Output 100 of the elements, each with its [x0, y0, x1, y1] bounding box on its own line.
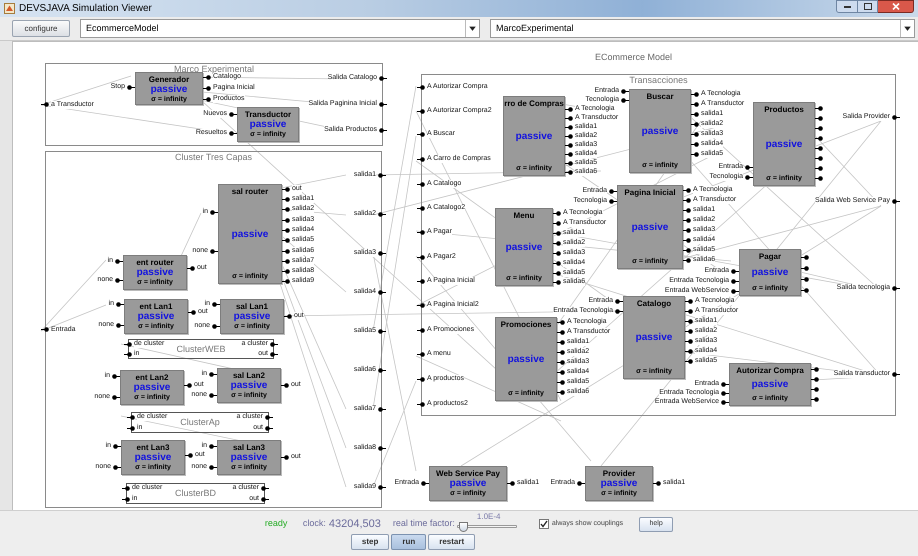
port-icon [731, 268, 739, 274]
port-icon [270, 342, 278, 346]
port-icon [683, 248, 691, 252]
port-icon [127, 426, 135, 430]
port-icon [557, 320, 565, 324]
maximize-icon [864, 3, 872, 10]
model-phase: passive [150, 84, 188, 95]
port-icon [378, 250, 386, 256]
configure-button[interactable]: configure [12, 20, 70, 37]
port-icon [553, 280, 561, 284]
port-icon [745, 164, 753, 170]
minimize-button[interactable] [836, 0, 858, 13]
model-phase: passive [250, 119, 286, 130]
port-icon [127, 414, 135, 420]
clock-value: 43204,503 [328, 516, 381, 532]
port-icon [212, 302, 220, 306]
coupled-model-title: Cluster Tres Capas [174, 153, 252, 162]
port-icon [683, 208, 691, 212]
port-icon [282, 218, 290, 222]
model-dropdown[interactable]: EcommerceModel [80, 19, 480, 38]
port-icon [811, 376, 819, 382]
port-icon [801, 288, 809, 292]
port-icon [229, 130, 237, 136]
port-icon [565, 142, 573, 148]
port-icon [417, 156, 425, 162]
port-icon [815, 116, 823, 120]
model-phase: passive [752, 267, 788, 278]
model-phase: passive [230, 452, 268, 463]
port-icon [653, 480, 661, 486]
port-icon [282, 228, 290, 232]
port-icon [113, 444, 121, 448]
app-icon [4, 3, 15, 14]
model-phase: passive [138, 311, 174, 322]
model-name: Web Service Pay [436, 469, 500, 478]
close-button[interactable] [878, 0, 914, 13]
port-icon [731, 288, 739, 294]
port-icon [801, 276, 809, 282]
port-icon [721, 382, 729, 386]
port-icon [683, 238, 691, 242]
port-icon [553, 250, 561, 256]
port-icon [124, 352, 132, 356]
rate-slider[interactable] [456, 522, 517, 532]
port-icon [811, 386, 819, 392]
model-phase: passive [632, 222, 668, 232]
port-icon [801, 266, 809, 270]
port-icon [557, 350, 565, 354]
model-phase: passive [642, 126, 678, 136]
port-icon [683, 188, 691, 192]
maximize-button[interactable] [858, 0, 878, 13]
sim-button[interactable]: step [350, 534, 390, 550]
port-icon [417, 182, 425, 186]
port-icon [417, 108, 425, 114]
model-name: sal Lan3 [232, 443, 265, 452]
model-name: ent router [136, 258, 174, 267]
port-icon [378, 172, 386, 178]
model-name: Promociones [500, 320, 552, 329]
port-icon [417, 84, 425, 90]
port-icon [892, 198, 900, 204]
port-icon [270, 352, 278, 356]
model-name: Buscar [646, 92, 674, 101]
port-icon [565, 170, 573, 174]
model-name: Productos [764, 105, 804, 114]
port-icon [282, 248, 290, 254]
port-icon [621, 98, 629, 102]
model-phase: passive [232, 228, 268, 240]
model-name: ent Lan3 [136, 443, 170, 452]
port-icon [811, 396, 819, 402]
port-icon [417, 132, 425, 136]
port-icon [553, 270, 561, 276]
port-icon [685, 328, 693, 334]
coupled-model-title: ClusterBD [174, 489, 216, 498]
port-icon [265, 426, 273, 430]
model-phase: passive [136, 267, 174, 278]
port-icon [115, 258, 123, 264]
port-icon [557, 370, 565, 374]
port-icon [609, 198, 617, 204]
sim-button[interactable]: restart [428, 534, 476, 550]
port-icon [683, 218, 691, 222]
model-name: Pagar [758, 252, 782, 261]
port-icon [577, 480, 585, 486]
port-icon [379, 76, 387, 80]
model-phase: passive [600, 478, 638, 489]
port-icon [282, 258, 290, 264]
port-icon [815, 106, 823, 110]
port-icon [281, 454, 289, 460]
component-dropdown[interactable]: MarcoExperimental [490, 19, 915, 38]
port-icon [284, 314, 292, 318]
port-icon [565, 116, 573, 120]
port-icon [721, 400, 729, 404]
model-name: ent Lan1 [140, 302, 172, 311]
port-icon [187, 266, 195, 270]
port-icon [815, 146, 823, 150]
port-icon [379, 102, 387, 106]
sim-button[interactable]: run [391, 534, 426, 550]
port-icon [815, 126, 823, 130]
port-icon [565, 160, 573, 166]
port-icon [721, 390, 729, 396]
slider-thumb[interactable] [459, 522, 468, 532]
port-icon [801, 254, 809, 260]
port-icon [557, 330, 565, 334]
